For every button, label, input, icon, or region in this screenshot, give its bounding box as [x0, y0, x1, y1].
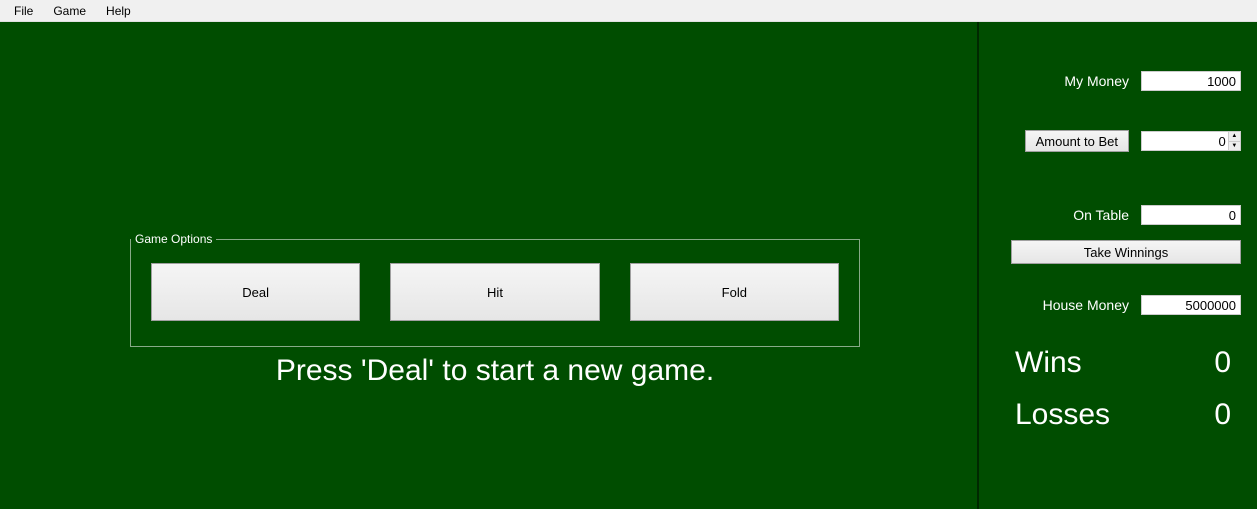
menu-bar: File Game Help: [0, 0, 1257, 22]
instruction-text: Press 'Deal' to start a new game.: [130, 354, 860, 388]
wins-value: 0: [1214, 346, 1231, 380]
spinner-up-icon[interactable]: ▲: [1229, 132, 1240, 142]
wins-label: Wins: [1015, 346, 1082, 380]
hit-button[interactable]: Hit: [390, 263, 599, 321]
menu-game[interactable]: Game: [43, 2, 96, 20]
sidebar: My Money 1000 Amount to Bet ▲ ▼ On Table…: [977, 22, 1257, 509]
menu-help[interactable]: Help: [96, 2, 141, 20]
spinner-down-icon[interactable]: ▼: [1229, 142, 1240, 151]
on-table-value: 0: [1141, 205, 1241, 225]
losses-value: 0: [1214, 398, 1231, 432]
on-table-label: On Table: [1073, 207, 1129, 223]
losses-label: Losses: [1015, 398, 1110, 432]
amount-to-bet-button[interactable]: Amount to Bet: [1025, 130, 1129, 152]
house-money-label: House Money: [1043, 297, 1129, 313]
take-winnings-button[interactable]: Take Winnings: [1011, 240, 1241, 264]
deal-button[interactable]: Deal: [151, 263, 360, 321]
game-options-group: Game Options Deal Hit Fold: [130, 232, 860, 347]
amount-to-bet-input[interactable]: [1142, 132, 1228, 150]
my-money-label: My Money: [1064, 73, 1129, 89]
house-money-value: 5000000: [1141, 295, 1241, 315]
play-area: Game Options Deal Hit Fold Press 'Deal' …: [0, 22, 977, 509]
amount-to-bet-spinner[interactable]: ▲ ▼: [1141, 131, 1241, 151]
menu-file[interactable]: File: [4, 2, 43, 20]
fold-button[interactable]: Fold: [630, 263, 839, 321]
my-money-value: 1000: [1141, 71, 1241, 91]
game-options-legend: Game Options: [131, 232, 216, 246]
